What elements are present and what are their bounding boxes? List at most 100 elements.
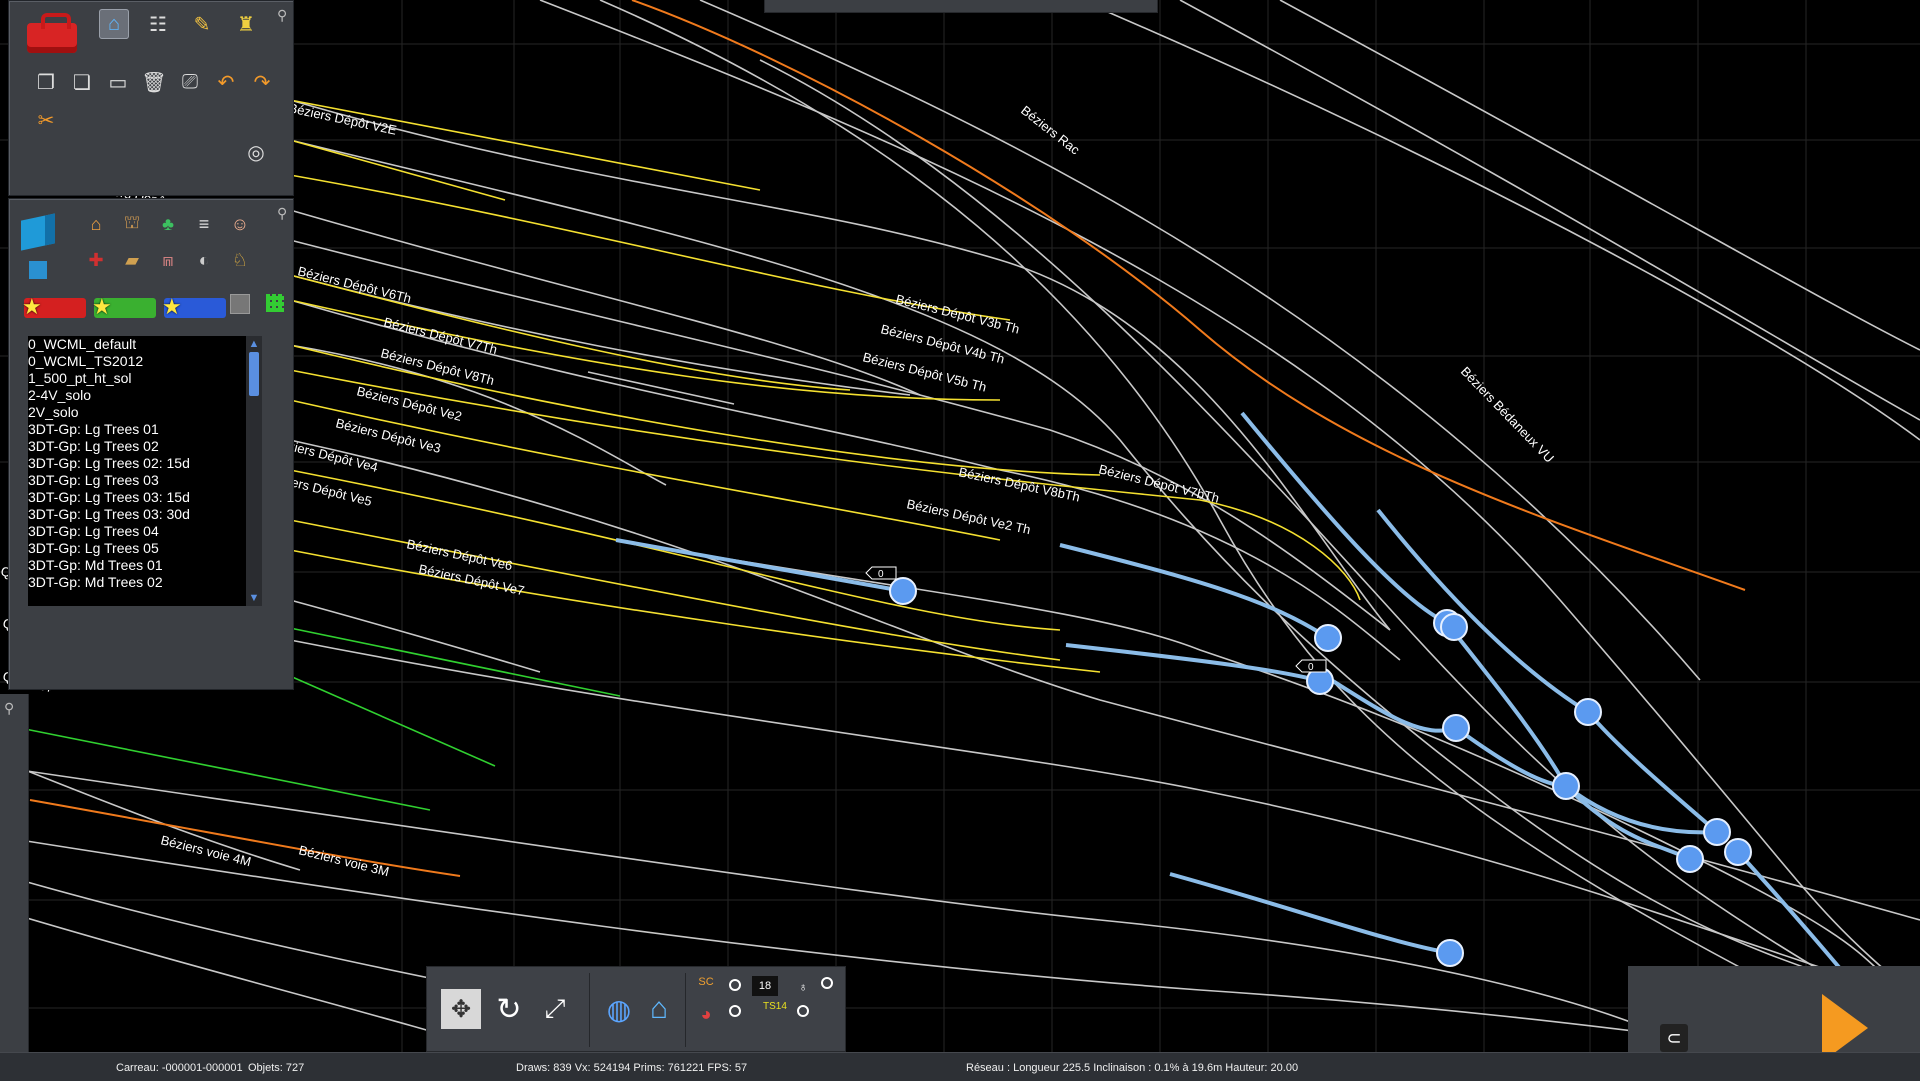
- scroll-thumb[interactable]: [249, 352, 259, 396]
- pin-icon[interactable]: ⚲: [4, 700, 14, 717]
- tree-icon[interactable]: ♣: [153, 209, 183, 239]
- star-icon: ★: [92, 294, 112, 319]
- status-objects: Objets: 727: [248, 1062, 305, 1074]
- track-label: Béziers Bédaneux VU: [1458, 364, 1557, 466]
- status-network: Réseau : Longueur 225.5 Inclinaison : 0.…: [966, 1062, 1299, 1074]
- list-item[interactable]: 3DT-Gp: Md Trees 02: [28, 574, 246, 591]
- rotate-icon[interactable]: ↻: [489, 989, 529, 1029]
- lock-radio[interactable]: [821, 977, 833, 989]
- home-view-icon[interactable]: ⌂: [639, 989, 679, 1029]
- person-icon[interactable]: ☺: [225, 209, 255, 239]
- small-cube-icon[interactable]: [29, 261, 47, 279]
- track-node: [1314, 624, 1342, 652]
- top-panel-tab[interactable]: [764, 0, 1158, 13]
- track-icon[interactable]: ☷: [143, 9, 173, 39]
- list-item[interactable]: 3DT-Gp: Lg Trees 03: 15d: [28, 489, 246, 506]
- list-item[interactable]: 0_WCML_TS2012: [28, 353, 246, 370]
- ts-radio[interactable]: [797, 1005, 809, 1017]
- track-nodes[interactable]: [889, 577, 1752, 967]
- sound-icon[interactable]: ◐: [189, 245, 219, 275]
- status-tile: Carreau: -000001-000001: [116, 1062, 243, 1074]
- pin-icon[interactable]: ⚲: [277, 7, 287, 24]
- pin-icon[interactable]: ⚲: [277, 205, 287, 222]
- asset-list-scrollbar[interactable]: ▲ ▼: [246, 336, 262, 606]
- list-item[interactable]: 3DT-Gp: Lg Trees 02: 15d: [28, 455, 246, 472]
- status-stats: Draws: 839 Vx: 524194 Prims: 761221 FPS:…: [516, 1062, 748, 1074]
- asset-list[interactable]: 0_WCML_default 0_WCML_TS2012 1_500_pt_ht_s…: [28, 336, 246, 606]
- paste-icon[interactable]: ❏: [67, 67, 97, 97]
- track-node: [1440, 613, 1468, 641]
- grid-view-icon[interactable]: [266, 294, 284, 312]
- track-label: Béziers Rac: [1018, 103, 1083, 158]
- list-item[interactable]: 1_500_pt_ht_sol: [28, 370, 246, 387]
- snap-icon[interactable]: ✂: [31, 105, 61, 135]
- star-icon: ★: [22, 294, 42, 319]
- track-node: [1724, 838, 1752, 866]
- marker-value: 0: [1308, 662, 1314, 673]
- brush-icon[interactable]: ✎: [187, 9, 217, 39]
- lock-small-icon[interactable]: ♁: [795, 979, 811, 995]
- track-node: [889, 577, 917, 605]
- left-side-strip: ⚲: [0, 694, 29, 1052]
- filter-red-button[interactable]: ★: [22, 294, 86, 319]
- scroll-down-icon[interactable]: ▼: [248, 592, 260, 604]
- home-icon[interactable]: ⌂: [99, 9, 129, 39]
- track-node: [1574, 698, 1602, 726]
- measure-icon[interactable]: ⎚: [175, 67, 205, 97]
- screen-icon[interactable]: ▭: [103, 67, 133, 97]
- wall-icon[interactable]: ≡: [189, 209, 219, 239]
- weather-radio[interactable]: [729, 1005, 741, 1017]
- track-label: Béziers Dépôt V2E: [287, 100, 398, 138]
- number-field[interactable]: 18: [752, 976, 778, 996]
- selected-tracks[interactable]: [615, 411, 1902, 1042]
- track-label: Béziers voie 3M: [297, 842, 390, 879]
- star-icon: ★: [162, 294, 182, 319]
- list-item[interactable]: 2V_solo: [28, 404, 246, 421]
- scenario-radio[interactable]: [729, 979, 741, 991]
- list-item[interactable]: 3DT-Gp: Lg Trees 01: [28, 421, 246, 438]
- list-item[interactable]: 3DT-Gp: Lg Trees 03: 30d: [28, 506, 246, 523]
- scenario-icon[interactable]: SC: [693, 969, 719, 995]
- bag-icon[interactable]: ♘: [225, 245, 255, 275]
- platform-icon[interactable]: ▰: [117, 245, 147, 275]
- bottom-toolbar: ✥ ↻ ⤢ ◍ ⌂ SC ◕ TS14 ♁: [426, 966, 846, 1052]
- list-item[interactable]: 3DT-Gp: Md Trees 01: [28, 557, 246, 574]
- camera-icon[interactable]: ◎: [241, 137, 271, 167]
- track-label: Béziers Dépôt V6Th: [296, 263, 413, 306]
- track-node: [1676, 845, 1704, 873]
- globe-icon[interactable]: ◍: [599, 989, 639, 1029]
- list-item[interactable]: 3DT-Gp: Lg Trees 02: [28, 438, 246, 455]
- list-item[interactable]: 3DT-Gp: Lg Trees 03: [28, 472, 246, 489]
- weather-icon[interactable]: ◕: [693, 1001, 719, 1027]
- track-label: Béziers Dépôt Ve2 Th: [905, 496, 1032, 537]
- delete-icon[interactable]: 🗑: [139, 67, 169, 97]
- undo-icon[interactable]: ↶: [211, 67, 241, 97]
- filter-blue-button[interactable]: ★: [162, 294, 226, 319]
- fit-view-icon[interactable]: ✥: [441, 989, 481, 1029]
- list-item[interactable]: 3DT-Gp: Lg Trees 05: [28, 540, 246, 557]
- train-icon[interactable]: ♜: [231, 9, 261, 39]
- list-item[interactable]: 2-4V_solo: [28, 387, 246, 404]
- list-item[interactable]: 0_WCML_default: [28, 336, 246, 353]
- bridge-icon[interactable]: ⩎: [153, 245, 183, 275]
- list-view-icon[interactable]: [230, 294, 250, 314]
- scroll-up-icon[interactable]: ▲: [248, 338, 260, 350]
- cube-icon[interactable]: [17, 207, 63, 253]
- toolbox-panel: ✂ ◎ ⚲ ⌂ ☷ ✎ ♜ ❐ ❏ ▭ 🗑 ⎚ ↶ ↷: [8, 0, 294, 196]
- scale-icon[interactable]: ⤢: [535, 989, 575, 1029]
- house-icon[interactable]: ⌂: [81, 209, 111, 239]
- track-node: [1436, 939, 1464, 967]
- signal-icon[interactable]: ✚: [81, 245, 111, 275]
- redo-icon[interactable]: ↷: [247, 67, 277, 97]
- copy-icon[interactable]: ❐: [31, 67, 61, 97]
- list-item[interactable]: 3DT-Gp: Lg Trees 04: [28, 523, 246, 540]
- distance-marker[interactable]: 0: [865, 566, 897, 580]
- distance-marker[interactable]: 0: [1295, 659, 1327, 673]
- toolbox-icon[interactable]: [21, 9, 81, 55]
- track-node: [1442, 714, 1470, 742]
- track-node: [1552, 772, 1580, 800]
- filter-green-button[interactable]: ★: [92, 294, 156, 319]
- unlock-icon[interactable]: ⊂: [1660, 1024, 1688, 1052]
- track-node: [1703, 818, 1731, 846]
- factory-icon[interactable]: ⛫: [117, 209, 147, 239]
